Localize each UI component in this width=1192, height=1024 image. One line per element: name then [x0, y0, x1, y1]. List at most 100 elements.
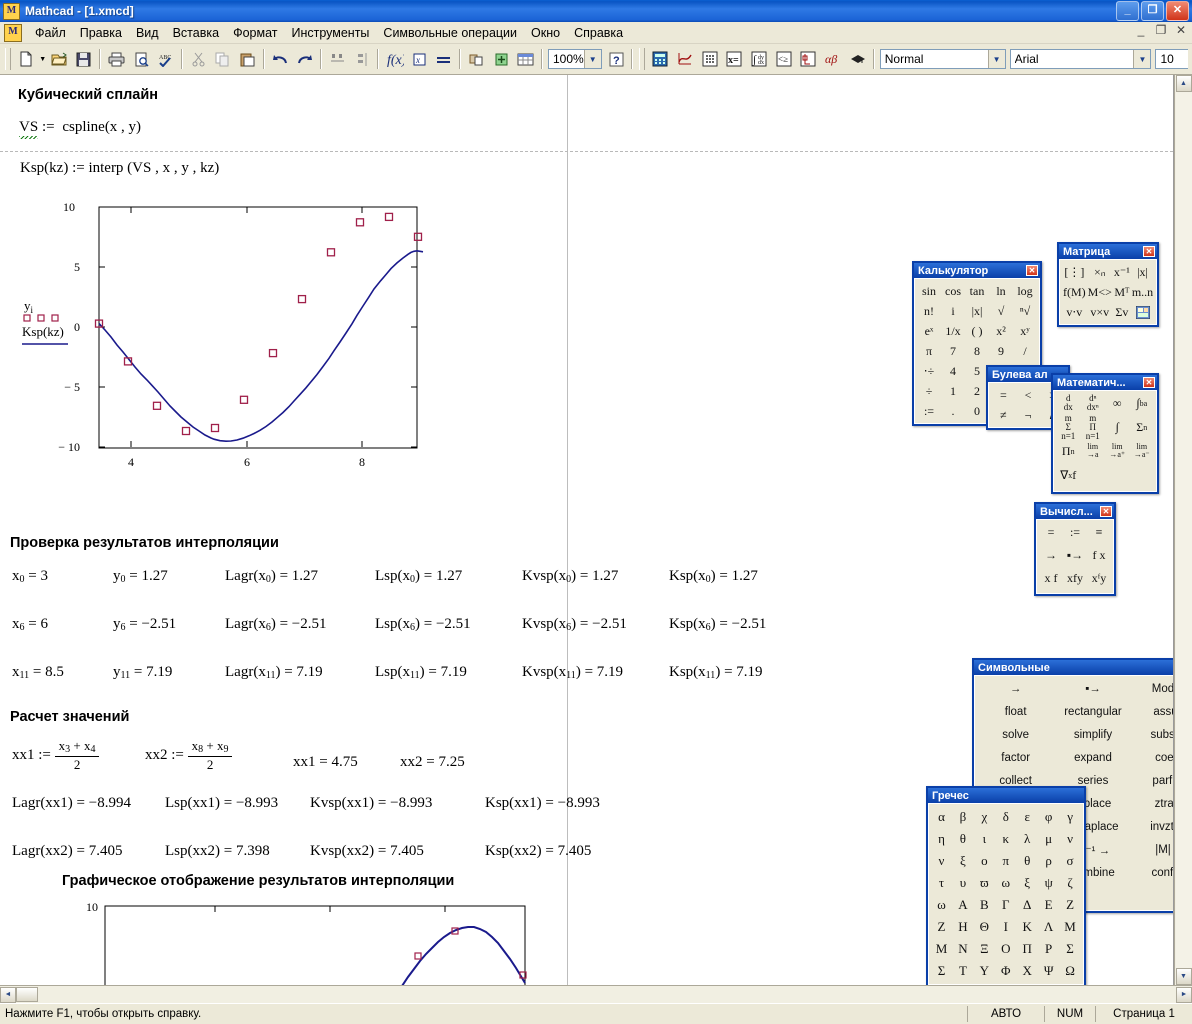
key-greek-cap-alpha[interactable]: A — [952, 894, 973, 915]
equation-ksp-definition[interactable]: Ksp(kz) := interp (VS , x , y , kz) — [20, 160, 219, 177]
key-greek-nu[interactable]: ν — [1060, 828, 1081, 849]
result-y0[interactable]: y0 = 1.27 — [113, 568, 168, 585]
key-greek-cap-zeta2[interactable]: Z — [931, 916, 952, 937]
palette-symbolic-titlebar[interactable]: Символьные — [974, 660, 1173, 675]
menu-window[interactable]: Окно — [524, 24, 567, 42]
result-kvsp-xx1[interactable]: Kvsp(xx1) = −8.993 — [310, 795, 432, 812]
key-decimal[interactable]: . — [941, 401, 965, 421]
result-lsp-x0[interactable]: Lsp(x0) = 1.27 — [375, 568, 462, 585]
insert-function-icon[interactable]: f(x) — [382, 47, 407, 72]
calculator-palette-icon[interactable] — [648, 47, 673, 72]
key-greek-delta[interactable]: δ — [995, 806, 1016, 827]
result-ksp-xx2[interactable]: Ksp(xx2) = 7.405 — [485, 843, 591, 860]
key-greek-xi[interactable]: ξ — [952, 850, 973, 871]
key-greek-cap-xi[interactable]: Ξ — [974, 938, 995, 959]
palette-calculator-titlebar[interactable]: Калькулятор ✕ — [914, 263, 1040, 278]
key-assign[interactable]: := — [917, 401, 941, 421]
key-greek-cap-zeta[interactable]: Z — [1060, 894, 1081, 915]
insert-area-icon[interactable] — [513, 47, 538, 72]
horizontal-scrollbar[interactable]: ◄ ► — [0, 985, 1192, 1003]
key-greek-cap-lambda[interactable]: Λ — [1038, 916, 1059, 937]
key-reciprocal[interactable]: 1/x — [941, 321, 965, 341]
minimize-button[interactable]: _ — [1116, 1, 1139, 21]
key-limit-right[interactable]: lim →a⁺ — [1105, 441, 1130, 461]
result-lsp-xx2[interactable]: Lsp(xx2) = 7.398 — [165, 843, 270, 860]
result-x11[interactable]: x11 = 8.5 — [12, 664, 64, 681]
key-greek-nu2[interactable]: ν — [931, 850, 952, 871]
paste-icon[interactable] — [235, 47, 260, 72]
key-sym-ztrans[interactable]: ztrans — [1132, 793, 1173, 814]
key-sym-keyword-arrow[interactable]: ▪→ — [1054, 678, 1131, 699]
result-lagr-xx2[interactable]: Lagr(xx2) = 7.405 — [12, 843, 123, 860]
key-sym-solve[interactable]: solve — [977, 724, 1054, 745]
key-limit[interactable]: lim →a — [1081, 441, 1106, 461]
key-sym-substitute[interactable]: substitu — [1132, 724, 1174, 745]
key-symbolic-keyword-eval[interactable]: ▪→ — [1063, 545, 1087, 565]
font-size-combo[interactable]: 10 — [1155, 49, 1188, 69]
close-icon[interactable]: ✕ — [1100, 506, 1112, 517]
key-greek-omega-var[interactable]: ϖ — [974, 872, 995, 893]
key-absolute[interactable]: |x| — [965, 301, 989, 321]
key-sym-determinant[interactable]: |M| → — [1132, 839, 1173, 860]
vertical-scrollbar[interactable]: ▲ ▼ — [1174, 75, 1192, 985]
result-xx1[interactable]: xx1 = 4.75 — [293, 754, 358, 771]
key-matrix[interactable]: [⋮] — [1062, 262, 1087, 282]
key-greek-omicron[interactable]: ο — [974, 850, 995, 871]
key-parens[interactable]: ( ) — [965, 321, 989, 341]
key-greek-omega2[interactable]: ω — [931, 894, 952, 915]
key-greek-gamma[interactable]: γ — [1060, 806, 1081, 827]
key-9[interactable]: 9 — [989, 341, 1013, 361]
undo-icon[interactable] — [268, 47, 293, 72]
key-4[interactable]: 4 — [941, 361, 965, 381]
font-combo[interactable]: Arial ▼ — [1009, 49, 1152, 69]
scroll-thumb[interactable] — [16, 987, 38, 1002]
key-8[interactable]: 8 — [965, 341, 989, 361]
key-greek-theta[interactable]: θ — [952, 828, 973, 849]
key-bool-not[interactable]: ¬ — [1016, 405, 1041, 425]
matrix-palette-icon[interactable] — [697, 47, 722, 72]
result-ksp-x0[interactable]: Ksp(x0) = 1.27 — [669, 568, 758, 585]
key-greek-cap-upsilon[interactable]: Y — [974, 960, 995, 981]
key-greek-cap-psi[interactable]: Ψ — [1038, 960, 1059, 981]
key-limit-left[interactable]: lim →a⁻ — [1130, 441, 1155, 461]
key-greek-cap-epsilon[interactable]: E — [1038, 894, 1059, 915]
save-icon[interactable] — [72, 47, 97, 72]
scroll-track[interactable] — [1175, 92, 1192, 968]
insert-hyperlink-icon[interactable] — [464, 47, 489, 72]
key-imaginary[interactable]: i — [941, 301, 965, 321]
key-picture-icon[interactable] — [1131, 302, 1154, 322]
palette-matrix[interactable]: Матрица ✕ [⋮] ×ₙ x⁻¹ |x| f(M) M<> Mᵀ m..… — [1057, 242, 1159, 327]
menu-tools[interactable]: Инструменты — [284, 24, 376, 42]
result-x6[interactable]: x6 = 6 — [12, 616, 48, 633]
mdi-minimize-button[interactable]: _ — [1134, 23, 1148, 37]
palette-greek-titlebar[interactable]: Гречес — [928, 788, 1084, 803]
scroll-up-icon[interactable]: ▲ — [1175, 75, 1192, 92]
key-greek-cap-delta[interactable]: Δ — [1017, 894, 1038, 915]
close-button[interactable]: ✕ — [1166, 1, 1189, 21]
key-greek-cap-theta[interactable]: Θ — [974, 916, 995, 937]
key-eval-assign[interactable]: := — [1063, 522, 1087, 542]
key-greek-theta2[interactable]: θ — [1017, 850, 1038, 871]
key-function-def[interactable]: f x — [1087, 545, 1111, 565]
key-greek-cap-pi[interactable]: Π — [1017, 938, 1038, 959]
redo-icon[interactable] — [292, 47, 317, 72]
menu-view[interactable]: Вид — [129, 24, 166, 42]
key-product-range[interactable]: m Πn=1 — [1081, 413, 1106, 440]
key-sym-simplify[interactable]: simplify — [1054, 724, 1131, 745]
palette-evaluation[interactable]: Вычисл... ✕ = := ≡ → ▪→ f x x f xfy xᶠy — [1034, 502, 1116, 596]
key-greek-xi2[interactable]: ξ — [1017, 872, 1038, 893]
key-definite-integral[interactable]: ∫ b a — [1130, 393, 1155, 413]
chevron-down-icon[interactable]: ▼ — [987, 50, 1005, 68]
result-ksp-xx1[interactable]: Ksp(xx1) = −8.993 — [485, 795, 600, 812]
plot-graphic-results[interactable]: 10 5 — [70, 895, 540, 985]
key-divide-slash[interactable]: / — [1013, 341, 1037, 361]
key-log[interactable]: log — [1013, 281, 1037, 301]
key-greek-iota[interactable]: ι — [974, 828, 995, 849]
result-kvsp-xx2[interactable]: Kvsp(xx2) = 7.405 — [310, 843, 424, 860]
plot-spline-interpolation[interactable]: 10 5 0 − 5 − 10 4 6 8 yi Ksp(kz) — [0, 200, 460, 494]
key-greek-cap-tau[interactable]: T — [952, 960, 973, 981]
key-greek-psi[interactable]: ψ — [1038, 872, 1059, 893]
key-sym-float[interactable]: float — [977, 701, 1054, 722]
key-greek-sigma[interactable]: σ — [1060, 850, 1081, 871]
key-greek-cap-beta[interactable]: B — [974, 894, 995, 915]
